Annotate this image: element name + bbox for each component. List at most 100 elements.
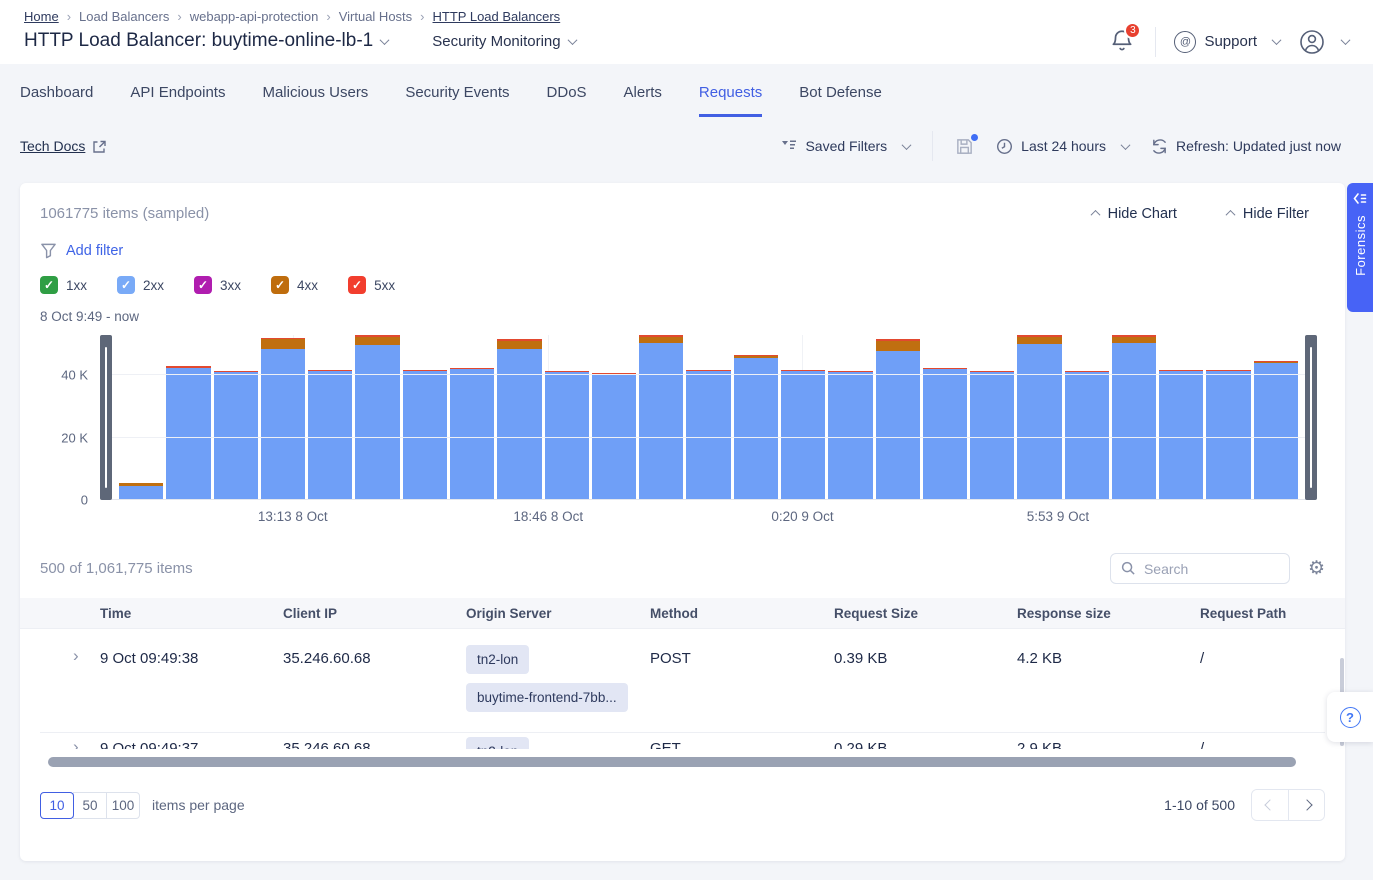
chart-bar[interactable] — [1065, 335, 1109, 500]
bar-segment-2xx — [876, 351, 920, 500]
tech-docs-link[interactable]: Tech Docs — [20, 138, 107, 154]
row-expand-chevron-icon[interactable]: › — [40, 733, 100, 749]
origin-pod-chip[interactable]: buytime-frontend-7bb... — [466, 683, 628, 712]
next-page-button[interactable] — [1288, 790, 1324, 820]
chart-bar[interactable] — [876, 335, 920, 500]
save-filter-button[interactable] — [955, 137, 974, 156]
tab-requests[interactable]: Requests — [699, 84, 762, 117]
tab-alerts[interactable]: Alerts — [624, 84, 662, 117]
col-response-size[interactable]: Response size — [1017, 606, 1200, 621]
table-row[interactable]: › 9 Oct 09:49:38 35.246.60.68 tn2-lon bu… — [40, 629, 1325, 733]
chevron-down-icon — [1341, 35, 1351, 45]
table-row-clipped[interactable]: › 9 Oct 09:49:37 35.246.60.68 tn2-lon GE… — [40, 733, 1325, 749]
col-method[interactable]: Method — [650, 606, 834, 621]
hide-chart-button[interactable]: Hide Chart — [1084, 205, 1177, 222]
row-expand-chevron-icon[interactable]: › — [40, 629, 100, 732]
tab-ddos[interactable]: DDoS — [547, 84, 587, 117]
horizontal-scrollbar-thumb[interactable] — [48, 757, 1296, 767]
filter-2xx[interactable]: 2xx — [117, 276, 164, 294]
bar-segment-2xx — [686, 371, 730, 500]
search-box[interactable] — [1110, 553, 1290, 584]
notifications-button[interactable]: 3 — [1109, 28, 1137, 56]
add-filter-button[interactable]: Add filter — [40, 242, 1325, 259]
chart-bar[interactable] — [1017, 335, 1061, 500]
chart-bar[interactable] — [497, 335, 541, 500]
chart-bar[interactable] — [970, 335, 1014, 500]
hide-filter-button[interactable]: Hide Filter — [1219, 205, 1309, 222]
time-range-dropdown[interactable]: Last 24 hours — [996, 138, 1129, 155]
items-per-page-label: items per page — [152, 797, 245, 813]
chart-bar[interactable] — [261, 335, 305, 500]
chevron-down-icon[interactable] — [380, 35, 390, 45]
col-request-path[interactable]: Request Path — [1200, 606, 1325, 621]
page-size-50-button[interactable]: 50 — [73, 792, 107, 819]
prev-page-button[interactable] — [1252, 790, 1288, 820]
chart-bar[interactable] — [828, 335, 872, 500]
chart-bar[interactable] — [1159, 335, 1203, 500]
context-selector[interactable]: Security Monitoring — [432, 33, 575, 50]
forensics-tab[interactable]: Forensics — [1347, 183, 1373, 312]
filter-5xx[interactable]: 5xx — [348, 276, 395, 294]
col-client-ip[interactable]: Client IP — [283, 606, 466, 621]
chart-bar[interactable] — [781, 335, 825, 500]
bar-segment-4xx — [261, 339, 305, 349]
tab-bot-defense[interactable]: Bot Defense — [799, 84, 882, 117]
requests-chart: 020 K40 K 13:13 8 Oct18:46 8 Oct0:20 9 O… — [40, 335, 1325, 531]
filter-4xx[interactable]: 4xx — [271, 276, 318, 294]
horizontal-scrollbar[interactable] — [48, 757, 1309, 767]
tab-malicious-users[interactable]: Malicious Users — [262, 84, 368, 117]
col-time[interactable]: Time — [100, 606, 283, 621]
chart-bar[interactable] — [686, 335, 730, 500]
origin-site-chip[interactable]: tn2-lon — [466, 645, 529, 674]
chart-bar[interactable] — [545, 335, 589, 500]
chart-bar[interactable] — [403, 335, 447, 500]
saved-filters-dropdown[interactable]: Saved Filters — [781, 138, 910, 154]
tab-security-events[interactable]: Security Events — [405, 84, 509, 117]
bar-segment-4xx — [1112, 337, 1156, 344]
filter-1xx[interactable]: 1xx — [40, 276, 87, 294]
chart-bar[interactable] — [734, 335, 778, 500]
support-menu[interactable]: @ Support — [1174, 31, 1280, 53]
breadcrumb-home[interactable]: Home — [24, 9, 59, 24]
breadcrumb-namespace[interactable]: webapp-api-protection — [190, 9, 319, 24]
tab-api-endpoints[interactable]: API Endpoints — [130, 84, 225, 117]
search-input[interactable] — [1144, 561, 1264, 577]
breadcrumb-load-balancers[interactable]: Load Balancers — [79, 9, 169, 24]
account-menu[interactable] — [1298, 28, 1349, 56]
range-handle-right[interactable] — [1305, 335, 1317, 500]
gear-icon[interactable]: ⚙ — [1308, 559, 1325, 578]
breadcrumb-virtual-hosts[interactable]: Virtual Hosts — [339, 9, 412, 24]
chart-bar[interactable] — [119, 335, 163, 500]
tab-dashboard[interactable]: Dashboard — [20, 84, 93, 117]
col-request-size[interactable]: Request Size — [834, 606, 1017, 621]
chart-bar[interactable] — [1112, 335, 1156, 500]
breadcrumb-http-load-balancers[interactable]: HTTP Load Balancers — [433, 9, 561, 24]
help-button[interactable]: ? — [1327, 692, 1373, 742]
col-origin-server[interactable]: Origin Server — [466, 606, 650, 621]
origin-site-chip[interactable]: tn2-lon — [466, 737, 529, 749]
page-size-selector: 10 50 100 items per page — [40, 792, 245, 819]
chart-bar[interactable] — [166, 335, 210, 500]
checkbox-1xx[interactable] — [40, 276, 58, 294]
checkbox-3xx[interactable] — [194, 276, 212, 294]
filter-3xx[interactable]: 3xx — [194, 276, 241, 294]
page-size-10-button[interactable]: 10 — [40, 792, 74, 819]
page-size-100-button[interactable]: 100 — [106, 792, 140, 819]
checkbox-5xx[interactable] — [348, 276, 366, 294]
chart-bar[interactable] — [355, 335, 399, 500]
chart-bar[interactable] — [308, 335, 352, 500]
chart-bar[interactable] — [923, 335, 967, 500]
chart-bar[interactable] — [214, 335, 258, 500]
chart-bar[interactable] — [1206, 335, 1250, 500]
checkbox-2xx[interactable] — [117, 276, 135, 294]
cell-time: 9 Oct 09:49:37 — [100, 733, 283, 749]
chart-bar[interactable] — [639, 335, 683, 500]
chart-bar[interactable] — [450, 335, 494, 500]
checkbox-4xx[interactable] — [271, 276, 289, 294]
chart-bar[interactable] — [592, 335, 636, 500]
refresh-button[interactable]: Refresh: Updated just now — [1151, 138, 1341, 155]
page-title[interactable]: HTTP Load Balancer: buytime-online-lb-1 — [24, 30, 373, 52]
chart-y-axis: 020 K40 K — [40, 335, 96, 500]
chart-bar[interactable] — [1254, 335, 1298, 500]
range-handle-left[interactable] — [100, 335, 112, 500]
